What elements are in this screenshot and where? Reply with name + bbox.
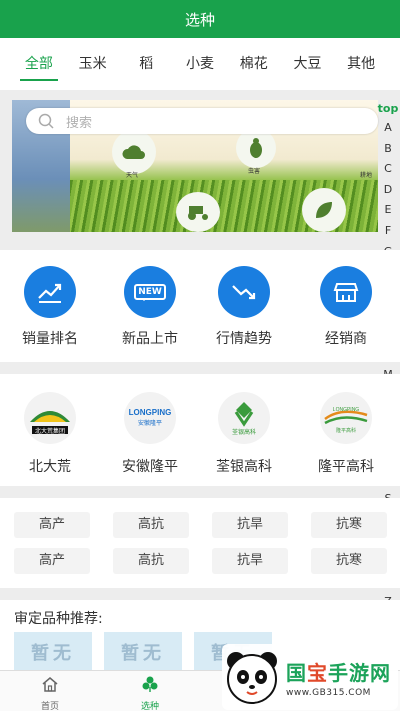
banner-pest-label: 虫害 bbox=[248, 168, 261, 175]
store-icon bbox=[320, 266, 372, 318]
brand-logo-subtext: 隆平高科 bbox=[336, 427, 356, 434]
brand-name: 北大荒 bbox=[29, 459, 71, 475]
trait-chip[interactable]: 抗寒 bbox=[311, 512, 387, 538]
trait-chip[interactable]: 抗寒 bbox=[311, 548, 387, 574]
tab-wheat[interactable]: 小麦 bbox=[173, 47, 227, 81]
alphabet-letter[interactable]: B bbox=[384, 139, 392, 160]
category-tabs: 全部 玉米 稻 小麦 棉花 大豆 其他 bbox=[0, 38, 400, 90]
brands-section: 北大荒集团 北大荒 LONGPING 安徽隆平 安徽隆平 荃银高科 荃银高科 L… bbox=[0, 374, 400, 486]
quanyin-logo: 荃银高科 bbox=[218, 392, 270, 444]
quick-link-dealers[interactable]: 经销商 bbox=[306, 266, 386, 348]
brand-name: 荃银高科 bbox=[216, 459, 272, 475]
banner-field-label: 耕地 bbox=[360, 172, 373, 179]
alphabet-letter[interactable]: C bbox=[384, 159, 392, 180]
trait-chip[interactable]: 高产 bbox=[14, 512, 90, 538]
search-placeholder: 搜索 bbox=[66, 115, 93, 131]
nav-select-seed-label: 选种 bbox=[140, 702, 159, 711]
brand-logo-text: 荃银高科 bbox=[232, 428, 256, 436]
tab-other[interactable]: 其他 bbox=[334, 47, 388, 81]
alphabet-letter[interactable]: D bbox=[384, 180, 392, 201]
trend-down-icon bbox=[218, 266, 270, 318]
quick-link-label: 新品上市 bbox=[122, 331, 178, 347]
tab-cotton[interactable]: 棉花 bbox=[227, 47, 281, 81]
brand-anhui-longping[interactable]: LONGPING 安徽隆平 安徽隆平 bbox=[110, 392, 190, 476]
brand-longping-hightech[interactable]: LONGPING 隆平高科 隆平高科 bbox=[306, 392, 386, 476]
trait-chip[interactable]: 高抗 bbox=[113, 512, 189, 538]
quick-links-section: 销量排名 NEW 新品上市 行情趋势 经销商 bbox=[0, 250, 400, 362]
trait-chip[interactable]: 抗旱 bbox=[212, 512, 288, 538]
brand-quanyin[interactable]: 荃银高科 荃银高科 bbox=[204, 392, 284, 476]
bug-icon bbox=[236, 128, 276, 168]
leaf-icon bbox=[302, 188, 346, 232]
brand-logo-text: LONGPING bbox=[333, 407, 360, 413]
tractor-icon bbox=[176, 192, 220, 232]
page-title: 选种 bbox=[184, 10, 215, 29]
alphabet-letter[interactable]: F bbox=[385, 221, 391, 242]
tab-all[interactable]: 全部 bbox=[12, 47, 66, 81]
quick-link-new-products[interactable]: NEW 新品上市 bbox=[110, 266, 190, 348]
beidahuang-logo: 北大荒集团 bbox=[24, 392, 76, 444]
search-icon bbox=[38, 113, 54, 129]
panda-logo-icon bbox=[227, 652, 277, 704]
brand-name: 隆平高科 bbox=[318, 459, 374, 475]
watermark-title-a: 国 bbox=[286, 660, 307, 685]
longping-hightech-logo: LONGPING 隆平高科 bbox=[320, 392, 372, 444]
watermark-title-c: 手游网 bbox=[328, 660, 391, 685]
new-badge-text: NEW bbox=[134, 284, 166, 301]
alphabet-letter[interactable]: A bbox=[384, 118, 392, 139]
weather-icon bbox=[112, 130, 156, 174]
brand-logo-text: 北大荒集团 bbox=[35, 427, 65, 435]
watermark-title-b: 宝 bbox=[307, 660, 328, 685]
seed-icon bbox=[142, 676, 158, 692]
watermark-url: www.GB315.COM bbox=[286, 687, 371, 698]
longping-logo: LONGPING 安徽隆平 bbox=[124, 392, 176, 444]
alphabet-letter[interactable]: E bbox=[385, 200, 392, 221]
home-icon bbox=[42, 677, 58, 692]
quick-link-sales-ranking[interactable]: 销量排名 bbox=[10, 266, 90, 348]
trait-chip[interactable]: 高产 bbox=[14, 548, 90, 574]
quick-link-label: 行情趋势 bbox=[216, 331, 272, 347]
title-bar: 选种 bbox=[0, 0, 400, 38]
nav-select-seed[interactable]: 选种 bbox=[100, 671, 200, 711]
recommend-title: 审定品种推荐: bbox=[14, 611, 103, 627]
chart-up-icon bbox=[24, 266, 76, 318]
brand-name: 安徽隆平 bbox=[122, 459, 178, 475]
site-watermark: 国宝手游网 www.GB315.COM bbox=[222, 644, 398, 710]
nav-home[interactable]: 首页 bbox=[0, 671, 100, 711]
alphabet-top[interactable]: top bbox=[378, 100, 399, 118]
tab-soybean[interactable]: 大豆 bbox=[281, 47, 335, 81]
nav-home-label: 首页 bbox=[40, 702, 59, 711]
search-input[interactable]: 搜索 bbox=[26, 108, 378, 134]
brand-logo-text: LONGPING bbox=[129, 408, 172, 417]
tab-corn[interactable]: 玉米 bbox=[66, 47, 120, 81]
banner-weather-label: 天气 bbox=[126, 172, 139, 179]
brand-beidahuang[interactable]: 北大荒集团 北大荒 bbox=[10, 392, 90, 476]
quick-link-market-trend[interactable]: 行情趋势 bbox=[204, 266, 284, 348]
recommend-card[interactable]: 暂无 bbox=[14, 632, 92, 670]
quick-link-label: 销量排名 bbox=[22, 331, 78, 347]
brand-logo-subtext: 安徽隆平 bbox=[138, 419, 162, 427]
traits-section: 高产 高抗 抗旱 抗寒 高产 高抗 抗旱 抗寒 bbox=[0, 498, 400, 588]
new-badge-icon: NEW bbox=[124, 266, 176, 318]
watermark-title: 国宝手游网 bbox=[286, 657, 391, 686]
tab-rice[interactable]: 稻 bbox=[119, 47, 173, 81]
trait-chip[interactable]: 抗旱 bbox=[212, 548, 288, 574]
trait-chip[interactable]: 高抗 bbox=[113, 548, 189, 574]
recommend-card[interactable]: 暂无 bbox=[104, 632, 182, 670]
quick-link-label: 经销商 bbox=[325, 331, 367, 347]
